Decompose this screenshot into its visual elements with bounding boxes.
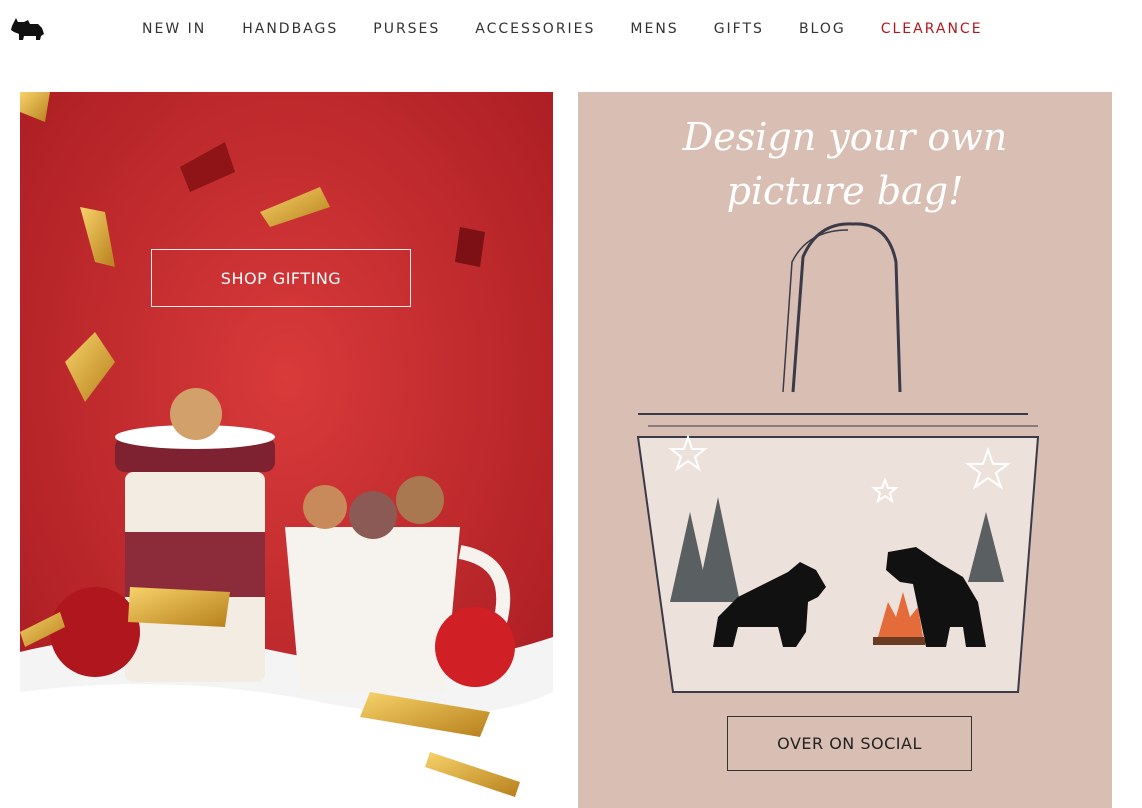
nav-item-new-in[interactable]: NEW IN	[142, 19, 206, 39]
nav-item-accessories[interactable]: ACCESSORIES	[475, 19, 595, 39]
nav-item-blog[interactable]: BLOG	[799, 19, 846, 39]
nav-item-clearance[interactable]: CLEARANCE	[881, 19, 983, 39]
page: NEW IN HANDBAGS PURSES ACCESSORIES MENS …	[0, 0, 1142, 808]
design-your-own-title: Design your own picture bag!	[682, 115, 1008, 213]
main-nav: NEW IN HANDBAGS PURSES ACCESSORIES MENS …	[142, 19, 983, 39]
nav-item-gifts[interactable]: GIFTS	[714, 19, 764, 39]
gifting-promo-image	[20, 92, 553, 808]
over-on-social-button[interactable]: OVER ON SOCIAL	[727, 716, 972, 771]
nav-item-mens[interactable]: MENS	[630, 19, 678, 39]
gifting-promo-tile[interactable]: SHOP GIFTING	[20, 92, 553, 808]
nav-item-handbags[interactable]: HANDBAGS	[242, 19, 338, 39]
scottie-dog-logo-icon[interactable]	[8, 12, 48, 42]
shop-gifting-button[interactable]: SHOP GIFTING	[151, 249, 411, 307]
site-header: NEW IN HANDBAGS PURSES ACCESSORIES MENS …	[0, 0, 1142, 60]
social-promo-tile[interactable]: Design your own picture bag! OVER ON SOC…	[578, 92, 1112, 808]
nav-item-purses[interactable]: PURSES	[373, 19, 440, 39]
